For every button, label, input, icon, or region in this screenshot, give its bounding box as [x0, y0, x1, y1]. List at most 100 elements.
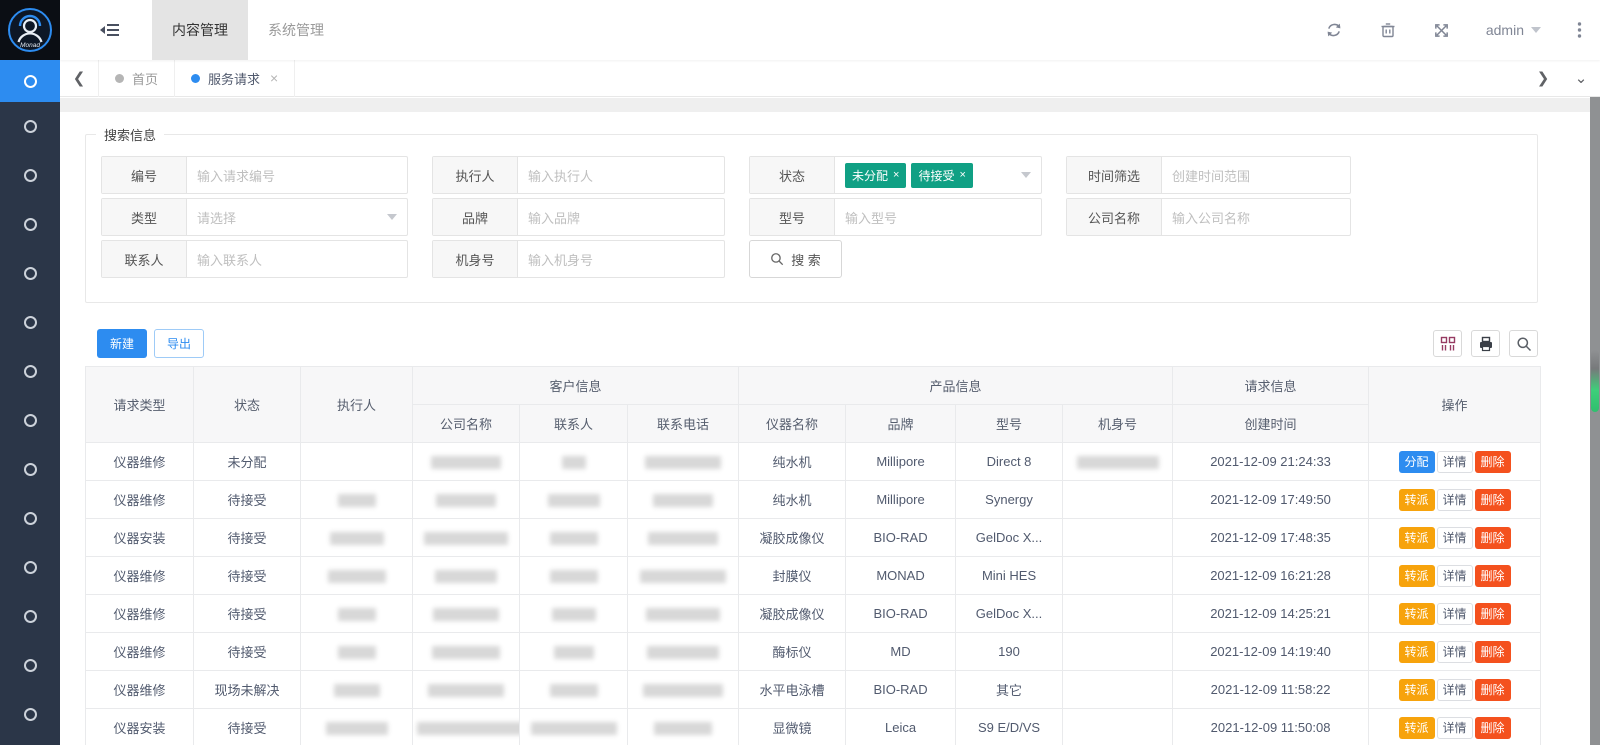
tabs-menu-icon[interactable]: ⌄: [1562, 69, 1600, 87]
transfer-button[interactable]: 转派: [1399, 527, 1435, 549]
field-label: 执行人: [433, 157, 518, 193]
text-input-field[interactable]: 输入机身号: [518, 241, 724, 277]
page-tab[interactable]: 首页: [98, 60, 175, 97]
app-logo[interactable]: Monad: [0, 0, 60, 60]
text-input-field[interactable]: 创建时间范围: [1162, 157, 1350, 193]
sidebar-item-2[interactable]: [0, 151, 60, 200]
tag-label: 未分配: [852, 167, 888, 184]
transfer-button[interactable]: 转派: [1399, 717, 1435, 739]
redacted-text: [433, 608, 499, 621]
sidebar-item-8[interactable]: [0, 445, 60, 494]
transfer-button[interactable]: 转派: [1399, 603, 1435, 625]
scrollbar-thumb[interactable]: [1591, 350, 1599, 412]
action-buttons: 转派详情删除: [1373, 527, 1536, 549]
redacted-text: [436, 494, 496, 507]
detail-button[interactable]: 详情: [1437, 603, 1473, 625]
zoom-icon[interactable]: [1509, 330, 1538, 357]
new-button[interactable]: 新建: [97, 329, 147, 358]
text-input-field[interactable]: 输入公司名称: [1162, 199, 1350, 235]
transfer-button[interactable]: 转派: [1399, 679, 1435, 701]
text-input-field[interactable]: 输入执行人: [518, 157, 724, 193]
status-tags-field[interactable]: 未分配×待接受×: [835, 157, 1041, 193]
delete-button[interactable]: 删除: [1475, 527, 1511, 549]
print-icon[interactable]: [1471, 330, 1500, 357]
tabs-bar-right: ❯ ⌄: [1524, 69, 1600, 87]
cell-phone: [628, 709, 739, 745]
input-placeholder: 输入请求编号: [197, 166, 275, 185]
delete-button[interactable]: 删除: [1475, 603, 1511, 625]
text-input-field[interactable]: 输入请求编号: [187, 157, 407, 193]
text-input-field[interactable]: 输入型号: [835, 199, 1041, 235]
delete-button[interactable]: 删除: [1475, 679, 1511, 701]
text-input-field[interactable]: 输入品牌: [518, 199, 724, 235]
text-input-field[interactable]: 输入联系人: [187, 241, 407, 277]
delete-button[interactable]: 删除: [1475, 451, 1511, 473]
transfer-button[interactable]: 转派: [1399, 641, 1435, 663]
sidebar-item-1[interactable]: [0, 102, 60, 151]
column-settings-icon[interactable]: [1433, 330, 1462, 357]
sidebar-item-9[interactable]: [0, 494, 60, 543]
detail-button[interactable]: 详情: [1437, 717, 1473, 739]
refresh-icon[interactable]: [1325, 21, 1343, 39]
detail-button[interactable]: 详情: [1437, 679, 1473, 701]
tag-close-icon[interactable]: ×: [959, 170, 965, 181]
status-tag: 待接受×: [911, 163, 972, 188]
delete-button[interactable]: 删除: [1475, 717, 1511, 739]
more-vertical-icon[interactable]: [1577, 21, 1582, 39]
cell-phone: [628, 443, 739, 481]
action-buttons: 分配详情删除: [1373, 451, 1536, 473]
detail-button[interactable]: 详情: [1437, 489, 1473, 511]
detail-button[interactable]: 详情: [1437, 451, 1473, 473]
sidebar-item-12[interactable]: [0, 641, 60, 690]
delete-button[interactable]: 删除: [1475, 489, 1511, 511]
tabs-scroll-right-icon[interactable]: ❯: [1524, 69, 1562, 87]
collapse-sidebar-icon[interactable]: [100, 22, 120, 38]
sidebar-item-4[interactable]: [0, 249, 60, 298]
field-label: 时间筛选: [1067, 157, 1162, 193]
sidebar-item-3[interactable]: [0, 200, 60, 249]
service-request-table: 请求类型 状态 执行人 客户信息 产品信息 请求信息 操作 公司名称 联系人 联…: [85, 366, 1541, 745]
cell-request-type: 仪器维修: [86, 671, 194, 709]
tabs-scroll-left-icon[interactable]: ❮: [60, 69, 98, 87]
sidebar-item-5[interactable]: [0, 298, 60, 347]
cell-contact: [520, 595, 628, 633]
search-field: 联系人输入联系人: [101, 240, 408, 278]
cell-executor: [301, 557, 413, 595]
trash-icon[interactable]: [1379, 21, 1397, 39]
page-scrollbar[interactable]: [1590, 97, 1600, 745]
detail-button[interactable]: 详情: [1437, 527, 1473, 549]
sidebar-item-10[interactable]: [0, 543, 60, 592]
cell-phone: [628, 595, 739, 633]
table-row: 仪器安装待接受凝胶成像仪BIO-RADGelDoc X...2021-12-09…: [86, 519, 1541, 557]
cell-instrument: 显微镜: [739, 709, 846, 745]
top-menu-tab[interactable]: 内容管理: [152, 0, 248, 60]
fullscreen-icon[interactable]: [1433, 22, 1450, 39]
detail-button[interactable]: 详情: [1437, 565, 1473, 587]
delete-button[interactable]: 删除: [1475, 641, 1511, 663]
select-field[interactable]: 请选择: [187, 199, 407, 235]
sidebar-item-6[interactable]: [0, 347, 60, 396]
user-menu[interactable]: admin: [1486, 22, 1541, 38]
detail-button[interactable]: 详情: [1437, 641, 1473, 663]
sidebar-item-7[interactable]: [0, 396, 60, 445]
page-tab[interactable]: 服务请求×: [175, 60, 295, 97]
content-top-strip: [60, 98, 1590, 112]
top-menu-tab[interactable]: 系统管理: [248, 0, 344, 60]
tab-close-icon[interactable]: ×: [270, 70, 278, 86]
transfer-button[interactable]: 转派: [1399, 565, 1435, 587]
tag-close-icon[interactable]: ×: [893, 170, 899, 181]
chevron-down-icon: [387, 214, 397, 220]
assign-button[interactable]: 分配: [1399, 451, 1435, 473]
cell-company: [413, 595, 520, 633]
sidebar-item-13[interactable]: [0, 690, 60, 739]
sidebar-item-11[interactable]: [0, 592, 60, 641]
search-button[interactable]: 搜 索: [749, 240, 842, 278]
delete-button[interactable]: 删除: [1475, 565, 1511, 587]
redacted-text: [1077, 456, 1159, 469]
cell-serial: [1063, 557, 1173, 595]
export-button[interactable]: 导出: [154, 329, 204, 358]
transfer-button[interactable]: 转派: [1399, 489, 1435, 511]
sidebar-item-0[interactable]: [0, 60, 60, 102]
ring-icon: [24, 659, 37, 672]
cell-phone: [628, 519, 739, 557]
